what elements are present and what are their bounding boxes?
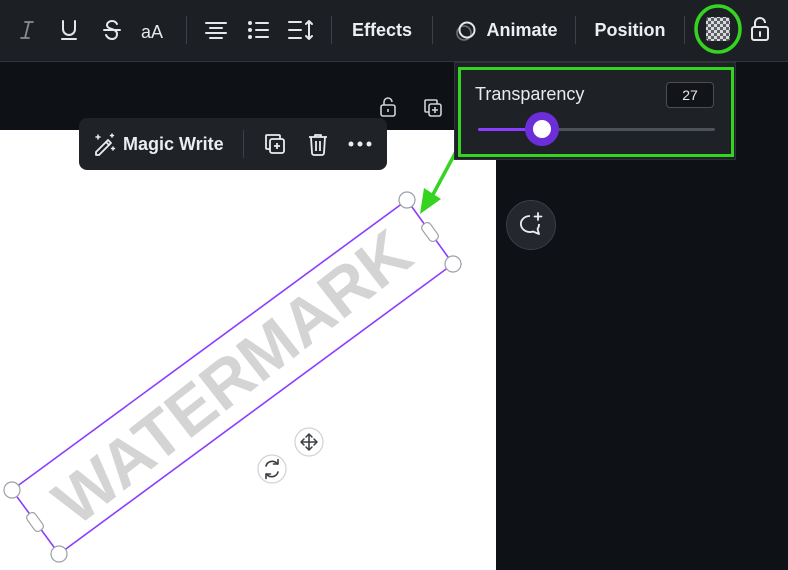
side-handle-left[interactable] — [25, 511, 45, 533]
watermark-text[interactable]: WATERMARK — [39, 215, 425, 539]
more-icon — [348, 141, 372, 147]
annotation-arrow — [420, 146, 460, 214]
duplicate-icon — [265, 134, 285, 154]
move-handle[interactable] — [294, 427, 324, 457]
resize-handle-top[interactable] — [398, 191, 416, 209]
duplicate-button[interactable] — [263, 131, 287, 157]
transparency-slider-track[interactable] — [478, 112, 715, 146]
magic-write-label: Magic Write — [123, 133, 224, 154]
more-options-button[interactable] — [347, 131, 373, 157]
magic-write-button[interactable]: Magic Write — [91, 131, 224, 157]
rotate-handle[interactable] — [257, 454, 287, 484]
element-context-menu: Magic Write — [79, 118, 387, 170]
delete-button[interactable] — [307, 131, 329, 157]
transparency-label: Transparency — [475, 84, 585, 104]
transparency-value-input[interactable]: 27 — [666, 82, 714, 108]
annotation-highlight-box — [458, 67, 734, 157]
transparency-slider-thumb[interactable] — [525, 112, 559, 146]
resize-handle-right[interactable] — [444, 255, 462, 273]
add-comment-button[interactable] — [506, 200, 556, 250]
side-handle-right[interactable] — [420, 221, 440, 243]
resize-handle-bottom[interactable] — [50, 545, 68, 563]
magic-write-icon — [95, 133, 116, 156]
resize-handle-left[interactable] — [3, 481, 21, 499]
trash-icon — [309, 134, 327, 156]
comment-add-icon — [519, 212, 543, 235]
